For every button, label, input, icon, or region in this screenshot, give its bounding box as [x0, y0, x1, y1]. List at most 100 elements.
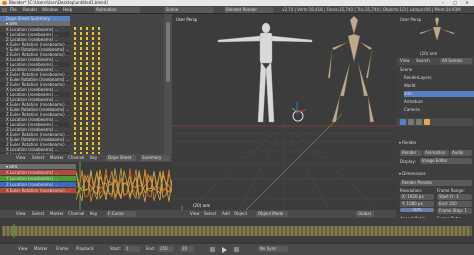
- keyframe-marker[interactable]: [80, 147, 82, 150]
- keyframe-marker[interactable]: [74, 62, 76, 65]
- keyframe-marker[interactable]: [92, 107, 94, 110]
- jump-start-icon[interactable]: [210, 247, 215, 252]
- keyframe-marker[interactable]: [74, 147, 76, 150]
- tl-playback-menu[interactable]: Playback: [76, 246, 94, 252]
- info-editor-icon[interactable]: [2, 8, 7, 12]
- keyframe-marker[interactable]: [80, 137, 82, 140]
- outliner-item[interactable]: arm: [404, 91, 474, 97]
- keyframe-marker[interactable]: [80, 142, 82, 145]
- keyframe-marker[interactable]: [74, 32, 76, 35]
- keyframe-marker[interactable]: [86, 42, 88, 45]
- keyframe-marker[interactable]: [80, 32, 82, 35]
- timeline-ruler[interactable]: [0, 224, 474, 238]
- keyframe-marker[interactable]: [98, 147, 100, 150]
- keyframe-marker[interactable]: [86, 47, 88, 50]
- keyframe-marker[interactable]: [74, 47, 76, 50]
- graph-channel[interactable]: Y Location (rosebeams) ...: [0, 176, 76, 181]
- keyframe-marker[interactable]: [98, 112, 100, 115]
- object-tab-icon[interactable]: [424, 119, 430, 125]
- keyframe-marker[interactable]: [86, 122, 88, 125]
- keyframe-marker[interactable]: [80, 117, 82, 120]
- keyframe-marker[interactable]: [86, 87, 88, 90]
- fcurve-plot[interactable]: [76, 162, 172, 210]
- vp-mode-select[interactable]: Object Mode: [256, 211, 288, 217]
- keyframe-marker[interactable]: [80, 72, 82, 75]
- ge-select-menu[interactable]: Select: [32, 211, 44, 217]
- render-button[interactable]: Render: [400, 150, 422, 156]
- keyframe-marker[interactable]: [92, 117, 94, 120]
- keyframe-marker[interactable]: [92, 87, 94, 90]
- graph-channel[interactable]: Z Location (rosebeams) ...: [0, 182, 76, 187]
- tl-frame-menu[interactable]: Frame: [56, 246, 68, 252]
- keyframe-marker[interactable]: [80, 132, 82, 135]
- keyframe-marker[interactable]: [92, 122, 94, 125]
- keyframe-marker[interactable]: [86, 92, 88, 95]
- keyframe-marker[interactable]: [80, 27, 82, 30]
- ds-view-menu[interactable]: View: [16, 155, 26, 161]
- start-frame-field[interactable]: Start Fr: 1: [437, 194, 472, 200]
- outliner-item[interactable]: Camera: [404, 107, 474, 113]
- render-tab-icon[interactable]: [400, 119, 406, 125]
- keyframe-marker[interactable]: [86, 112, 88, 115]
- menu-render[interactable]: Render: [23, 7, 37, 13]
- keyframe-marker[interactable]: [98, 142, 100, 145]
- keyframe-marker[interactable]: [98, 32, 100, 35]
- keyframe-marker[interactable]: [86, 32, 88, 35]
- keyframe-marker[interactable]: [86, 72, 88, 75]
- graph-channel[interactable]: X Euler Rotation (rosebeams) ...: [0, 188, 76, 193]
- tl-end-field[interactable]: 250: [158, 246, 174, 252]
- keyframe-marker[interactable]: [92, 92, 94, 95]
- animation-button[interactable]: Animation: [423, 150, 449, 156]
- keyframe-marker[interactable]: [98, 47, 100, 50]
- render-panel-title[interactable]: ▾ Render: [399, 140, 417, 145]
- keyframe-marker[interactable]: [92, 37, 94, 40]
- keyframe-marker[interactable]: [92, 67, 94, 70]
- keyframe-marker[interactable]: [86, 137, 88, 140]
- ge-key-menu[interactable]: Key: [90, 211, 97, 217]
- keyframe-marker[interactable]: [74, 117, 76, 120]
- keyframe-marker[interactable]: [74, 107, 76, 110]
- tl-start-field[interactable]: 1: [124, 246, 140, 252]
- render-engine-select[interactable]: Blender Render: [224, 7, 274, 13]
- keyframe-marker[interactable]: [98, 87, 100, 90]
- keyframe-marker[interactable]: [80, 37, 82, 40]
- keyframe-marker[interactable]: [74, 102, 76, 105]
- vp-view-menu[interactable]: View: [190, 211, 200, 217]
- keyframe-marker[interactable]: [92, 127, 94, 130]
- keyframe-marker[interactable]: [80, 57, 82, 60]
- keyframe-marker[interactable]: [80, 112, 82, 115]
- outliner-item[interactable]: RenderLayers: [404, 75, 474, 81]
- ge-view-menu[interactable]: View: [16, 211, 26, 217]
- outliner-item[interactable]: World: [404, 83, 474, 89]
- keyframe-marker[interactable]: [80, 67, 82, 70]
- ds-summary-toggle[interactable]: Summary: [140, 155, 170, 161]
- keyframe-marker[interactable]: [98, 77, 100, 80]
- keyframe-marker[interactable]: [86, 127, 88, 130]
- keyframe-marker[interactable]: [80, 47, 82, 50]
- render-presets-select[interactable]: Render Presets: [400, 180, 472, 186]
- keyframe-marker[interactable]: [92, 77, 94, 80]
- keyframe-marker[interactable]: [80, 97, 82, 100]
- keyframe-marker[interactable]: [98, 82, 100, 85]
- keyframe-marker[interactable]: [74, 27, 76, 30]
- keyframe-marker[interactable]: [98, 57, 100, 60]
- keyframe-marker[interactable]: [74, 87, 76, 90]
- outliner-display-select[interactable]: All Scenes: [440, 58, 472, 64]
- outliner-item[interactable]: Scene: [400, 67, 470, 73]
- keyframe-marker[interactable]: [92, 27, 94, 30]
- keyframe-marker[interactable]: [74, 92, 76, 95]
- ds-key-menu[interactable]: Key: [90, 155, 97, 161]
- menu-file[interactable]: File: [10, 7, 17, 13]
- keyframe-marker[interactable]: [92, 82, 94, 85]
- keyframe-marker[interactable]: [74, 112, 76, 115]
- jump-end-icon[interactable]: [234, 247, 239, 252]
- keyframe-marker[interactable]: [92, 72, 94, 75]
- vp-orientation-select[interactable]: Global: [356, 211, 374, 217]
- ge-marker-menu[interactable]: Marker: [50, 211, 64, 217]
- ds-select-menu[interactable]: Select: [32, 155, 44, 161]
- keyframe-marker[interactable]: [98, 92, 100, 95]
- keyframe-marker[interactable]: [86, 52, 88, 55]
- resolution-x-field[interactable]: X: 1920 px: [400, 194, 434, 200]
- keyframe-marker[interactable]: [80, 52, 82, 55]
- tl-sync-select[interactable]: No Sync: [258, 246, 288, 252]
